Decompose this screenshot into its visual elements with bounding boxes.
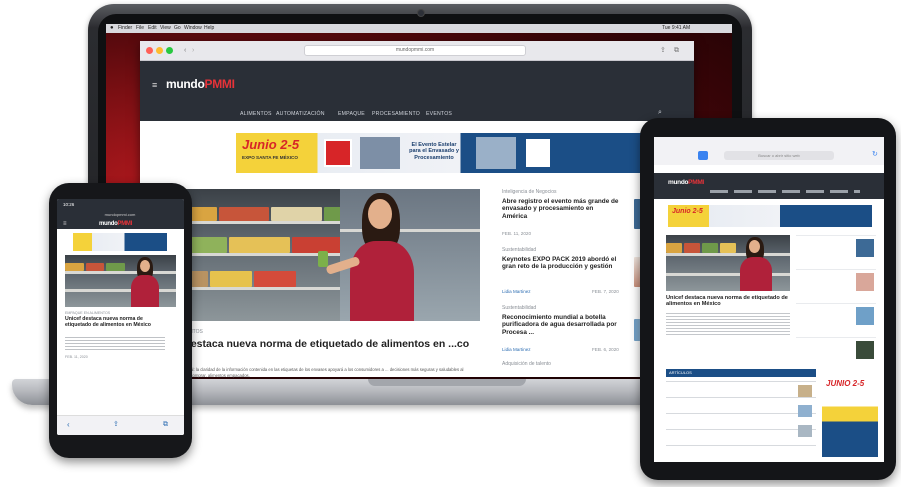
- sidebar-section: Sustentabilidad: [502, 305, 537, 311]
- phone-header: 10:26 mundopmmi.com ≡ mundoPMMI: [57, 199, 184, 229]
- featured-excerpt: ...de una cabal: la claridad de la infor…: [166, 367, 464, 378]
- tablet-list-thumbnail[interactable]: [798, 405, 812, 417]
- sidebar-section: Adquisición de talento: [502, 361, 551, 367]
- tablet-list-thumbnail[interactable]: [798, 385, 812, 397]
- banner-text: El Evento Estelar para el Envasado y Pro…: [409, 142, 459, 161]
- hamburger-menu-icon[interactable]: ≡: [152, 81, 157, 90]
- menu-item[interactable]: File: [136, 24, 144, 33]
- logo-brand: PMMI: [204, 77, 235, 91]
- logo-prefix: mundo: [166, 77, 205, 91]
- sidebar-headline[interactable]: Keynotes EXPO PACK 2019 abordó el gran r…: [502, 256, 620, 271]
- sidebar-section: Inteligencia de Negocios: [502, 189, 557, 195]
- tablet-list-thumbnail[interactable]: [798, 425, 812, 437]
- sidebar-section: Sustentabilidad: [502, 247, 537, 253]
- sidebar-author[interactable]: Lidia Martinez: [502, 347, 531, 352]
- mac-menubar: ● Finder File Edit View Go Window Help T…: [106, 24, 732, 33]
- site-logo[interactable]: mundoPMMI: [166, 77, 235, 91]
- address-bar[interactable]: mundopmmi.com: [304, 45, 526, 56]
- banner-venue: EXPO SANTA FE MÉXICO: [242, 155, 298, 160]
- camera-icon: [418, 10, 424, 16]
- menu-item[interactable]: Help: [204, 24, 214, 33]
- product-in-hand: [318, 251, 328, 267]
- banner-plant-image: [476, 137, 516, 169]
- nav-item-alimentos[interactable]: ALIMENTOS: [240, 111, 272, 117]
- nav-item-procesamiento[interactable]: PROCESAMIENTO: [372, 111, 420, 117]
- banner-date: Junio 2-5: [242, 137, 300, 152]
- apple-icon[interactable]: ●: [110, 24, 114, 33]
- menu-item[interactable]: Edit: [148, 24, 157, 33]
- laptop-screen: ● Finder File Edit View Go Window Help T…: [106, 24, 732, 380]
- phone-screen: 10:26 mundopmmi.com ≡ mundoPMMI EMPAQUE …: [57, 199, 184, 435]
- close-window-button[interactable]: [146, 47, 153, 54]
- search-icon[interactable]: ⌕: [658, 109, 662, 117]
- featured-headline[interactable]: ...el destaca nueva norma de etiquetado …: [164, 338, 478, 350]
- phone-logo[interactable]: mundoPMMI: [99, 221, 132, 227]
- tablet-article-image[interactable]: [666, 235, 790, 291]
- tablet-banner[interactable]: Junio 2-5: [668, 205, 872, 227]
- forward-arrow-icon[interactable]: ›: [192, 46, 194, 55]
- tablet-screen: Buscar o abrir sitio web ↻ mundoPMMI Jun…: [654, 137, 884, 462]
- phone-excerpt-lines: [65, 337, 165, 351]
- tablet-side-banner[interactable]: JUNIO 2-5: [822, 373, 878, 457]
- main-nav: ALIMENTOS AUTOMATIZACIÓN EMPAQUE PROCESA…: [240, 111, 500, 117]
- tablet-sidebar-thumbnail[interactable]: [856, 239, 874, 257]
- sidebar-author[interactable]: Lidia Martinez: [502, 289, 531, 294]
- menu-item[interactable]: Window: [184, 24, 202, 33]
- sidebar-date: FEB. 6, 2020: [592, 347, 619, 352]
- phone-url[interactable]: mundopmmi.com: [95, 212, 145, 217]
- banner-logo-icon: [324, 139, 352, 167]
- tablet-logo[interactable]: mundoPMMI: [668, 179, 704, 186]
- tablet-search-input[interactable]: Buscar o abrir sitio web: [724, 151, 834, 160]
- tablet-side-banner-date: JUNIO 2-5: [826, 379, 865, 388]
- tablet-nav[interactable]: [710, 190, 860, 193]
- hamburger-menu-icon[interactable]: ≡: [63, 221, 67, 227]
- featured-article-image[interactable]: [166, 189, 480, 321]
- zoom-window-button[interactable]: [166, 47, 173, 54]
- browser-toolbar: ‹ › mundopmmi.com ⇪ ⧉: [140, 41, 694, 61]
- tablet-excerpt-lines: [666, 313, 790, 337]
- tablet-sidebar-thumbnail[interactable]: [856, 273, 874, 291]
- nav-item-empaque[interactable]: EMPAQUE: [338, 111, 365, 117]
- expo-banner[interactable]: Junio 2-5 EXPO SANTA FE MÉXICO El Evento…: [236, 133, 644, 173]
- minimize-window-button[interactable]: [156, 47, 163, 54]
- share-icon[interactable]: ⇪: [660, 46, 666, 55]
- tablet-site-header: mundoPMMI: [654, 173, 884, 199]
- tabs-icon[interactable]: ⧉: [674, 46, 679, 55]
- sidebar-date: FEB. 11, 2020: [502, 231, 532, 236]
- menubar-clock[interactable]: Tue 9:41 AM: [662, 24, 690, 33]
- menu-item[interactable]: Finder: [118, 24, 132, 33]
- phone-section-label: EMPAQUE EN ALIMENTOS: [65, 311, 111, 315]
- tablet-sidebar-thumbnail[interactable]: [856, 341, 874, 359]
- phone-article-image[interactable]: [65, 255, 176, 307]
- menu-item[interactable]: View: [160, 24, 171, 33]
- phone-status-time: 10:26: [63, 202, 75, 207]
- menu-item[interactable]: Go: [174, 24, 181, 33]
- site-header: ≡ mundoPMMI ALIMENTOS AUTOMATIZACIÓN EMP…: [140, 61, 694, 121]
- sidebar-date: FEB. 7, 2020: [592, 289, 619, 294]
- back-arrow-icon[interactable]: ‹: [67, 421, 70, 429]
- phone-date: FEB. 11, 2020: [65, 355, 88, 359]
- back-arrow-icon[interactable]: ‹: [184, 46, 186, 55]
- bookmarks-icon[interactable]: [698, 151, 708, 160]
- phone-browser-toolbar: ‹ ⇪ ⧉: [57, 415, 184, 435]
- nav-item-automatizacion[interactable]: AUTOMATIZACIÓN: [276, 111, 325, 117]
- share-icon[interactable]: ⇪: [113, 421, 119, 429]
- tablet-section-bar[interactable]: ARTÍCULOS: [666, 369, 816, 377]
- banner-machine-image: [360, 137, 400, 169]
- sidebar-headline[interactable]: Abre registro el evento más grande de en…: [502, 198, 620, 220]
- banner-brand-icon: [526, 139, 550, 167]
- nav-item-eventos[interactable]: EVENTOS: [426, 111, 452, 117]
- phone-headline[interactable]: Unicef destaca nueva norma de etiquetado…: [65, 316, 165, 329]
- tablet-browser-bar: Buscar o abrir sitio web ↻: [654, 137, 884, 165]
- tablet-headline[interactable]: Unicef destaca nueva norma de etiquetado…: [666, 295, 790, 308]
- tabs-icon[interactable]: ⧉: [163, 421, 168, 429]
- laptop-notch: [368, 379, 526, 386]
- tablet-sidebar-thumbnail[interactable]: [856, 307, 874, 325]
- tablet-article-list: [666, 381, 816, 457]
- browser-window: ‹ › mundopmmi.com ⇪ ⧉ ≡ mundoPMMI ALIMEN…: [140, 41, 694, 378]
- reload-icon[interactable]: ↻: [872, 151, 878, 159]
- phone-banner[interactable]: [73, 233, 167, 251]
- sidebar-headline[interactable]: Reconocimiento mundial a botella purific…: [502, 314, 620, 336]
- tablet-sidebar: [796, 235, 876, 365]
